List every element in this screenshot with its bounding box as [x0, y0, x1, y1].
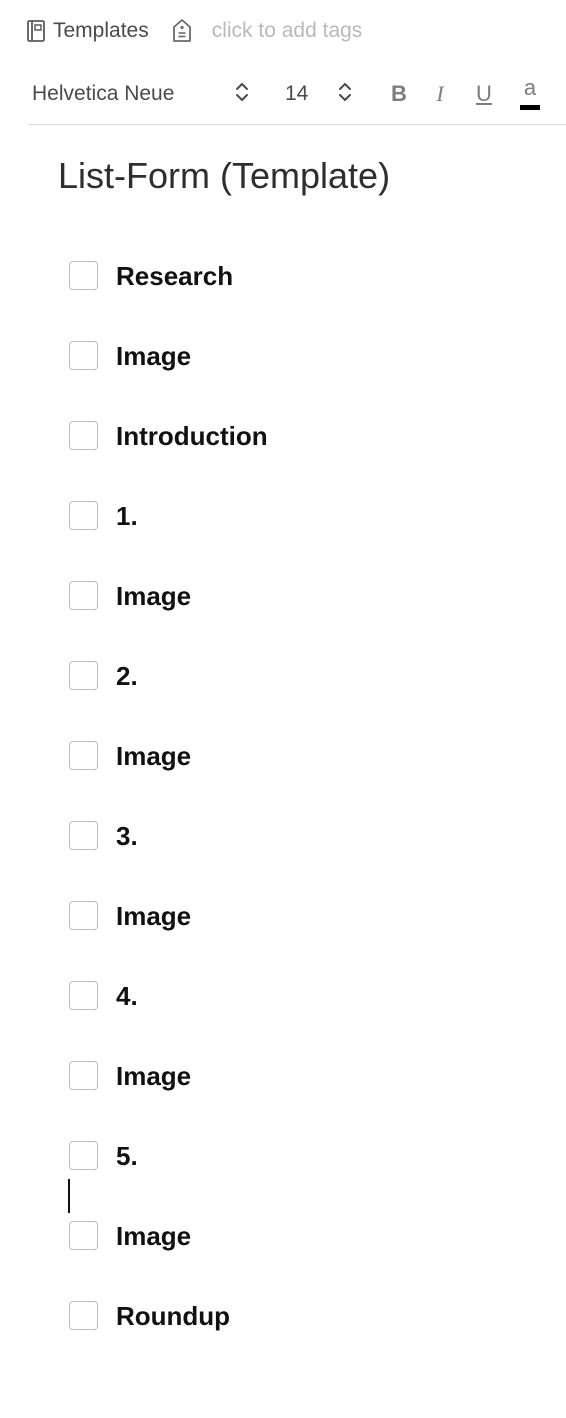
text-cursor: [68, 1179, 70, 1213]
bold-button[interactable]: B: [387, 74, 411, 114]
chevron-up-down-icon: [233, 79, 251, 110]
text-color-button[interactable]: a: [518, 74, 542, 116]
tag-input-area[interactable]: click to add tags: [171, 18, 363, 44]
checklist-item-label[interactable]: 1.: [116, 496, 138, 536]
checklist-item-label[interactable]: Image: [116, 736, 191, 776]
checklist-item-label[interactable]: Image: [116, 1056, 191, 1096]
checklist-item: 1.: [69, 498, 268, 578]
checklist-item-label[interactable]: 3.: [116, 816, 138, 856]
checkbox[interactable]: [69, 501, 98, 530]
checklist-item: 3.: [69, 818, 268, 898]
checkbox[interactable]: [69, 821, 98, 850]
checklist-item: Image: [69, 578, 268, 658]
italic-button[interactable]: I: [428, 74, 452, 114]
font-family-stepper[interactable]: [233, 74, 251, 114]
note-header: Templates click to add tags: [26, 14, 362, 48]
checkbox[interactable]: [69, 1061, 98, 1090]
tag-icon: [171, 18, 193, 44]
checklist-item: Introduction: [69, 418, 268, 498]
checklist-item: Image: [69, 338, 268, 418]
tag-placeholder[interactable]: click to add tags: [212, 19, 363, 43]
toolbar-divider: [28, 124, 566, 125]
checkbox[interactable]: [69, 901, 98, 930]
font-size-stepper[interactable]: [336, 74, 354, 114]
checkbox[interactable]: [69, 421, 98, 450]
checkbox[interactable]: [69, 661, 98, 690]
underline-button[interactable]: U: [472, 74, 496, 114]
checkbox[interactable]: [69, 261, 98, 290]
checklist-item-label[interactable]: 5.: [116, 1136, 138, 1176]
checklist-item-label[interactable]: Image: [116, 1216, 191, 1256]
checklist-item: Image: [69, 1218, 268, 1298]
checklist-item: Image: [69, 738, 268, 818]
note-title[interactable]: List-Form (Template): [58, 152, 390, 200]
checklist-item-label[interactable]: Image: [116, 576, 191, 616]
checklist-item-label[interactable]: Roundup: [116, 1296, 230, 1336]
checklist-item: Research: [69, 258, 268, 338]
checklist-item-label[interactable]: Introduction: [116, 416, 268, 456]
font-family-select[interactable]: Helvetica Neue: [32, 74, 174, 114]
checklist-item: 5.: [69, 1138, 268, 1218]
checkbox[interactable]: [69, 981, 98, 1010]
checklist-item: Roundup: [69, 1298, 268, 1378]
checkbox[interactable]: [69, 1221, 98, 1250]
checkbox[interactable]: [69, 1301, 98, 1330]
checkbox[interactable]: [69, 341, 98, 370]
checklist-item-label[interactable]: Image: [116, 896, 191, 936]
checkbox[interactable]: [69, 581, 98, 610]
notebook-selector[interactable]: Templates: [26, 19, 149, 43]
checkbox[interactable]: [69, 741, 98, 770]
notebook-icon: [26, 19, 46, 43]
checklist-item: 2.: [69, 658, 268, 738]
checklist-item-label[interactable]: Research: [116, 256, 233, 296]
checklist: Research Image Introduction 1. Image 2. Image 3…: [69, 258, 268, 1378]
checklist-item-label[interactable]: 4.: [116, 976, 138, 1016]
checklist-item-label[interactable]: Image: [116, 336, 191, 376]
checklist-item: 4.: [69, 978, 268, 1058]
checklist-item: Image: [69, 1058, 268, 1138]
checklist-item-label[interactable]: 2.: [116, 656, 138, 696]
chevron-up-down-icon: [336, 79, 354, 110]
checkbox[interactable]: [69, 1141, 98, 1170]
font-size-select[interactable]: 14: [285, 74, 308, 114]
notebook-name: Templates: [53, 19, 149, 42]
formatting-toolbar: Helvetica Neue 14 B I U a: [30, 74, 550, 114]
text-color-swatch: [520, 105, 540, 110]
checklist-item: Image: [69, 898, 268, 978]
text-color-glyph: a: [523, 75, 537, 100]
